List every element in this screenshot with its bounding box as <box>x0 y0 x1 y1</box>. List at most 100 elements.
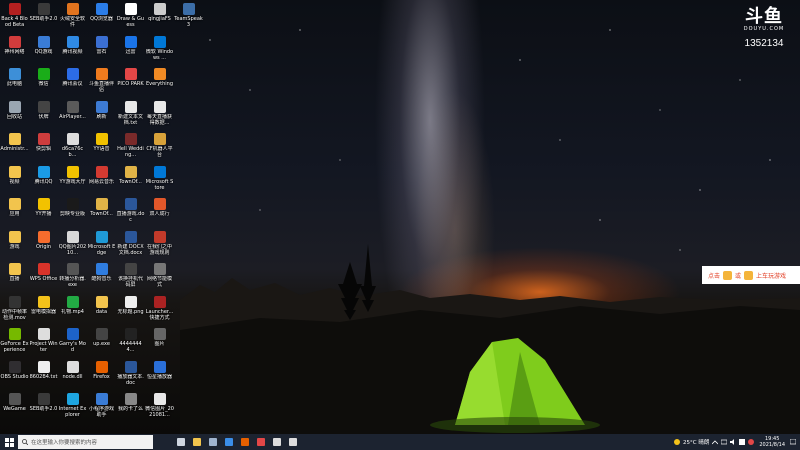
task-view-taskbar-button[interactable] <box>173 434 189 450</box>
desktop-icon[interactable]: Garry's Mod <box>58 327 87 360</box>
desktop-icon[interactable]: d6ca76cb... <box>58 132 87 165</box>
plane-taskbar-button[interactable] <box>285 434 301 450</box>
desktop-icon[interactable]: GeForce Experience <box>0 327 29 360</box>
firefox-taskbar-button[interactable] <box>237 434 253 450</box>
desktop-icon[interactable]: CF机器人平台 <box>145 132 174 165</box>
desktop-icon[interactable]: node.dll <box>58 360 87 393</box>
desktop-icon[interactable]: WPS Office <box>29 262 58 295</box>
desktop-icon[interactable]: QQ游戏 <box>29 35 58 68</box>
app-icon <box>124 230 137 243</box>
desktop-icon[interactable]: 雷电模拟器 <box>29 295 58 328</box>
desktop-icon[interactable]: up.exe <box>87 327 116 360</box>
desktop-icon[interactable]: QQ浏览器 <box>87 2 116 35</box>
volume-icon[interactable] <box>730 439 736 445</box>
desktop-icon[interactable]: Administr... <box>0 132 29 165</box>
desktop-icon[interactable]: 图片 <box>145 327 174 360</box>
tray-app-icon[interactable] <box>748 439 755 445</box>
desktop-icon[interactable]: Draw & Guess <box>116 2 145 35</box>
desktop-icon[interactable]: 8602B4.txt <box>29 360 58 393</box>
file-explorer-taskbar-button[interactable] <box>189 434 205 450</box>
desktop-icon[interactable]: 雷石 <box>87 35 116 68</box>
desktop-icon[interactable]: 该换挂机代码屏 <box>116 262 145 295</box>
desktop-icon[interactable]: 双人成行 <box>145 197 174 230</box>
promo-banner[interactable]: 点击 或 上车玩游戏 <box>702 266 800 284</box>
desktop-icon[interactable]: Internet Explorer <box>58 392 87 425</box>
desktop-icon[interactable]: 直播游戏.doc <box>116 197 145 230</box>
desktop-icon[interactable]: YY游戏大厅 <box>58 165 87 198</box>
desktop-icon[interactable]: 腾讯视频 <box>58 35 87 68</box>
desktop-icon[interactable]: 新建文本文档.txt <box>116 100 145 133</box>
desktop-icon[interactable]: 神州网络 <box>0 35 29 68</box>
desktop-icon[interactable]: 火绒安全软件 <box>58 2 87 35</box>
desktop-icon[interactable]: 小程序游戏助手 <box>87 392 116 425</box>
obs-taskbar-button[interactable] <box>269 434 285 450</box>
desktop-icon[interactable]: data <box>87 295 116 328</box>
desktop-icon[interactable]: 微软 Windows ... <box>145 35 174 68</box>
desktop-icon[interactable]: Project Winter <box>29 327 58 360</box>
desktop-icon[interactable]: OBS Studio <box>0 360 29 393</box>
steam-taskbar-button[interactable] <box>205 434 221 450</box>
desktop-icon[interactable]: 腾讯QQ <box>29 165 58 198</box>
desktop-icon[interactable]: 恒星播放器 <box>145 360 174 393</box>
desktop-icon[interactable]: 回收站 <box>0 100 29 133</box>
desktop-icon[interactable]: 直播 <box>0 262 29 295</box>
network-icon[interactable] <box>721 439 728 445</box>
taskbar-clock[interactable]: 19:45 2021/8/14 <box>759 436 785 448</box>
desktop-icon[interactable]: 微信 <box>29 67 58 100</box>
desktop-icon[interactable]: 视频 <box>0 165 29 198</box>
desktop-icon[interactable]: 斗鱼直播伴侣 <box>87 67 116 100</box>
desktop-icon[interactable]: 我的卡了么 <box>116 392 145 425</box>
desktop-icon[interactable]: Hell Wedding... <box>116 132 145 165</box>
desktop-icon[interactable]: Back 4 Blood Beta <box>0 2 29 35</box>
desktop-icon[interactable]: 此电脑 <box>0 67 29 100</box>
desktop-icon[interactable]: 动作中帧率检测.mov <box>0 295 29 328</box>
desktop-icon[interactable]: 在我们之中游戏规则 <box>145 230 174 263</box>
desktop-icon[interactable]: 网易云音乐 <box>87 165 116 198</box>
desktop-icon[interactable]: 酷狗音乐 <box>87 262 116 295</box>
desktop-icon[interactable]: 新建 DOCX 文档.docx <box>116 230 145 263</box>
ime-icon[interactable] <box>739 439 746 445</box>
desktop-icon[interactable]: QQ图片20210... <box>58 230 87 263</box>
desktop-icon[interactable]: Microsoft Store <box>145 165 174 198</box>
desktop-icon[interactable]: YY语音 <box>87 132 116 165</box>
desktop-icon[interactable]: TownOf... <box>116 165 145 198</box>
desktop-icon[interactable]: 44444444... <box>116 327 145 360</box>
desktop-icon[interactable]: qingjiaFS <box>145 2 174 35</box>
desktop-icon[interactable]: 刷新 <box>87 100 116 133</box>
desktop-icon[interactable]: WeGame <box>0 392 29 425</box>
start-button[interactable] <box>0 434 18 450</box>
desktop-icon[interactable]: TeamSpeak 3 <box>174 2 203 35</box>
desktop-icon[interactable]: 剪映专业版 <box>58 197 87 230</box>
desktop-icon[interactable]: Firefox <box>87 360 116 393</box>
desktop-icon[interactable]: 播放器文本.doc <box>116 360 145 393</box>
desktop-icon[interactable]: 网络节能模式 <box>145 262 174 295</box>
desktop-icon[interactable]: TownOf... <box>87 197 116 230</box>
taskbar-search-box[interactable]: 在这里输入你要搜索的内容 <box>18 435 153 449</box>
desktop-icon[interactable]: PICO PARK <box>116 67 145 100</box>
desktop-icon[interactable]: 礼物.mp4 <box>58 295 87 328</box>
notification-icon[interactable] <box>790 439 796 445</box>
desktop-icon[interactable]: Launcher... 快捷方式 <box>145 295 174 328</box>
desktop-icon[interactable]: 伏牌 <box>29 100 58 133</box>
desktop-icon[interactable]: 无标题.png <box>116 295 145 328</box>
desktop-icon[interactable]: 转播分析器.exe <box>58 262 87 295</box>
desktop-icon[interactable]: 腾讯会议 <box>58 67 87 100</box>
desktop-icon[interactable]: YY开播 <box>29 197 58 230</box>
app-taskbar-button[interactable] <box>221 434 237 450</box>
desktop-icon[interactable]: 游戏 <box>0 230 29 263</box>
weather-text[interactable]: 25°C 晴朗 <box>683 438 709 446</box>
desktop-icon[interactable]: 快剪辑 <box>29 132 58 165</box>
desktop-icon[interactable]: Microsoft Edge <box>87 230 116 263</box>
desktop-icon[interactable]: AirPlayer... <box>58 100 87 133</box>
desktop-icon[interactable]: 微信图片_2021081... <box>145 392 174 425</box>
media-taskbar-button[interactable] <box>253 434 269 450</box>
desktop-icon[interactable]: 迅雷 <box>116 35 145 68</box>
desktop-icon[interactable]: 每天直播获得数据... <box>145 100 174 133</box>
desktop-icon[interactable]: Origin <box>29 230 58 263</box>
desktop-icon[interactable]: SEB助手2.0 <box>29 2 58 35</box>
desktop-icon[interactable]: SEB助手2.0 <box>29 392 58 425</box>
desktop-icon[interactable]: 应用 <box>0 197 29 230</box>
chevron-up-icon[interactable] <box>712 439 719 445</box>
desktop-icon[interactable]: Everything <box>145 67 174 100</box>
app-icon <box>66 263 79 275</box>
